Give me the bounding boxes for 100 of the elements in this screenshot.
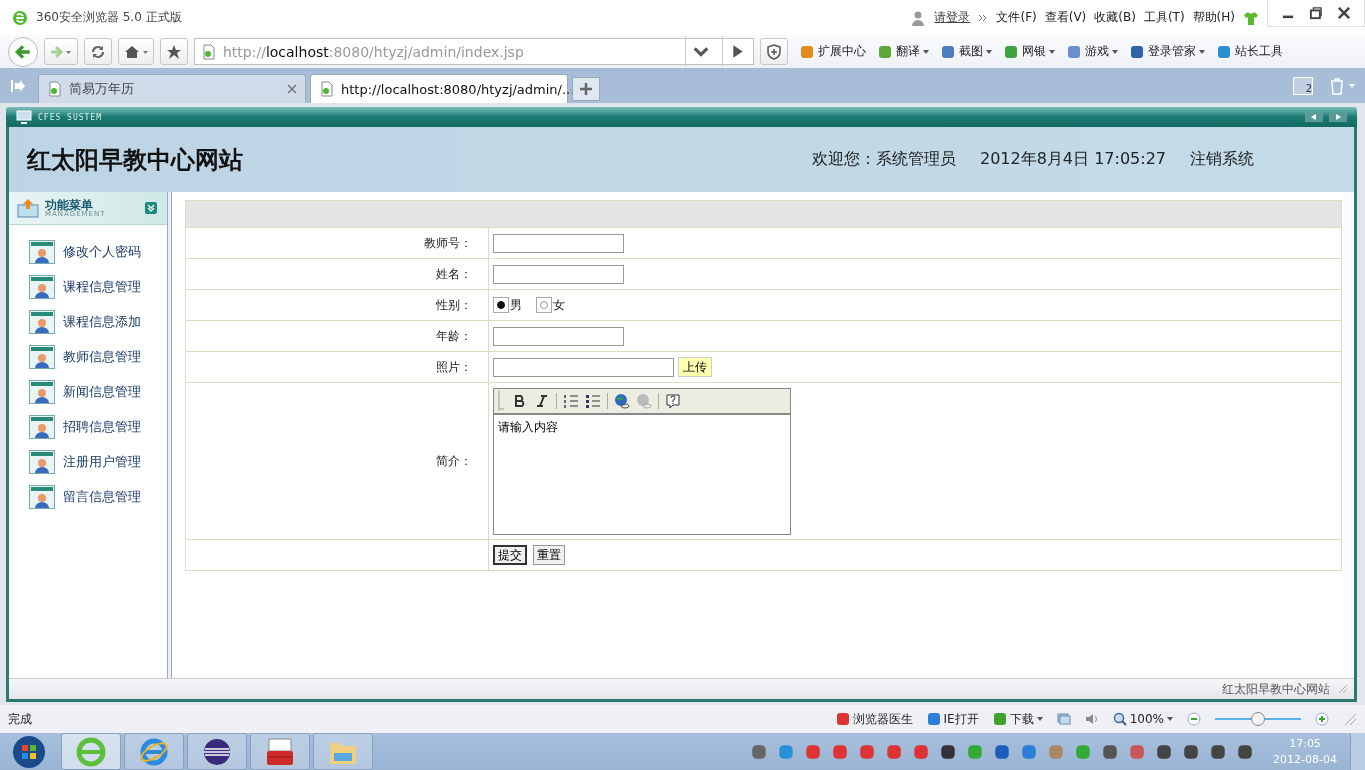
zoom-button[interactable]: 100% [1112,712,1173,726]
menu-item[interactable]: 收藏(B) [1094,9,1136,26]
bullet-list-icon[interactable] [585,392,601,409]
status-text: 完成 [8,710,32,728]
browser-icon [76,736,106,767]
editor-text-area[interactable]: 请输入内容 [493,414,791,535]
tray-icon[interactable] [1209,742,1228,761]
double-chevron-icon[interactable] [978,12,989,23]
grip-icon [498,390,506,411]
shirt-icon[interactable] [1243,9,1259,26]
zoom-slider-thumb[interactable] [1251,712,1265,726]
caret-icon[interactable] [1349,83,1355,88]
tray-icon[interactable] [1182,742,1201,761]
taskbar-app-button[interactable] [250,733,310,770]
window-icon[interactable] [1056,712,1071,726]
caret-icon [986,49,992,54]
resize-grip-icon [1343,712,1357,726]
collapse-icon[interactable] [145,202,157,214]
shield-button[interactable] [760,38,788,65]
scroll-right-icon[interactable] [1329,112,1347,122]
site-title: 红太阳早教中心网站 [27,145,243,175]
form-button[interactable]: 重置 [533,545,565,566]
input-field[interactable] [493,326,624,346]
sidebar-item[interactable]: 留言信息管理 [29,484,167,510]
menu-item[interactable]: 帮助(H) [1192,9,1235,26]
status-button[interactable]: 浏览器医生 [835,710,913,728]
clock-time: 17:05 [1289,735,1321,752]
zoom-out-icon[interactable] [1187,712,1201,726]
tray-icon[interactable] [1155,742,1174,761]
form-button[interactable]: 提交 [493,544,527,565]
tray-icon[interactable] [1236,742,1255,761]
zoom-in-icon[interactable] [1315,712,1329,726]
file-path-field[interactable] [493,357,674,377]
sidebar-item[interactable]: 课程信息添加 [29,309,167,335]
field-label: 姓名： [436,266,472,281]
radio-option[interactable]: 女 [536,296,565,314]
caret-icon [1167,717,1173,721]
favorite-button[interactable] [160,38,188,65]
sidebar-toggle-icon[interactable] [10,77,26,94]
refresh-button[interactable] [84,38,112,65]
tray-icon[interactable] [993,742,1012,761]
toolbar-button[interactable]: 网银 [1003,43,1055,60]
taskbar-app-button[interactable] [187,733,247,770]
menu-item[interactable]: 查看(V) [1044,9,1087,26]
clock-date: 2012-08-04 [1273,751,1337,768]
toolbar-button[interactable]: 站长工具 [1216,43,1283,60]
globe-unlink-icon[interactable] [636,392,652,409]
forward-arrow-icon [49,43,73,60]
logout-link[interactable]: 注销系统 [1190,149,1254,170]
new-tab-button[interactable] [572,77,600,101]
resize-grip-icon [1338,684,1348,694]
user-card-icon [29,275,55,299]
zoom-slider[interactable] [1215,712,1301,726]
toolbar-button[interactable]: 截图 [940,43,992,60]
menu-item[interactable]: 工具(T) [1143,9,1185,26]
folder-upload-icon [17,198,39,218]
home-icon [123,43,149,60]
toolbar-button[interactable]: 游戏 [1066,43,1118,60]
italic-icon[interactable] [534,392,550,409]
forward-button[interactable] [44,38,78,65]
tab-count-icon[interactable]: 2 [1293,76,1313,95]
show-desktop-button[interactable] [1350,733,1365,770]
trash-icon[interactable] [1329,76,1345,95]
frame-title: CFES SUSTEM [38,112,102,122]
home-button[interactable] [118,38,154,65]
address-bar[interactable]: http://localhost:8080/htyzj/admin/index.jsp [194,38,754,65]
user-card-icon [29,240,55,264]
help-icon[interactable] [665,392,681,409]
scroll-left-icon[interactable] [1305,112,1323,122]
field-label: 照片： [436,359,472,374]
upload-button[interactable]: 上传 [678,357,712,377]
sidebar-item[interactable]: 课程信息管理 [29,274,167,300]
tray-icon[interactable] [1101,742,1120,761]
browser-tab[interactable]: 简易万年历 [38,74,306,103]
login-link[interactable]: 请登录 [934,9,971,26]
sidebar-item[interactable]: 新闻信息管理 [29,379,167,405]
numbered-list-icon[interactable] [563,392,579,409]
date-time: 2012年8月4日 17:05:27 [979,149,1166,170]
status-button[interactable]: 下载 [992,710,1043,728]
sidebar-item[interactable]: 修改个人密码 [29,239,167,265]
speaker-icon[interactable] [1084,712,1099,726]
toolbar-button[interactable]: 翻译 [877,43,929,60]
back-button[interactable] [8,36,38,67]
input-field[interactable] [493,233,624,253]
browser-logo-icon [12,9,28,26]
toolbar-button[interactable]: 扩展中心 [799,43,866,60]
globe-link-icon[interactable] [614,392,630,409]
tray-icon[interactable] [939,742,958,761]
status-button[interactable]: IE打开 [926,710,979,728]
radio-option[interactable]: 男 [493,296,522,314]
sidebar-item[interactable]: 注册用户管理 [29,449,167,475]
input-field[interactable] [493,264,624,284]
menu-item[interactable]: 文件(F) [996,9,1037,26]
toolbar-button[interactable]: 登录管家 [1129,43,1205,60]
footer-text: 红太阳早教中心网站 [1222,680,1330,698]
sidebar-item[interactable]: 招聘信息管理 [29,414,167,440]
plus-icon [579,82,593,96]
tray-icon[interactable] [750,742,769,761]
striped-sphere-icon [202,736,232,767]
sidebar-item[interactable]: 教师信息管理 [29,344,167,370]
